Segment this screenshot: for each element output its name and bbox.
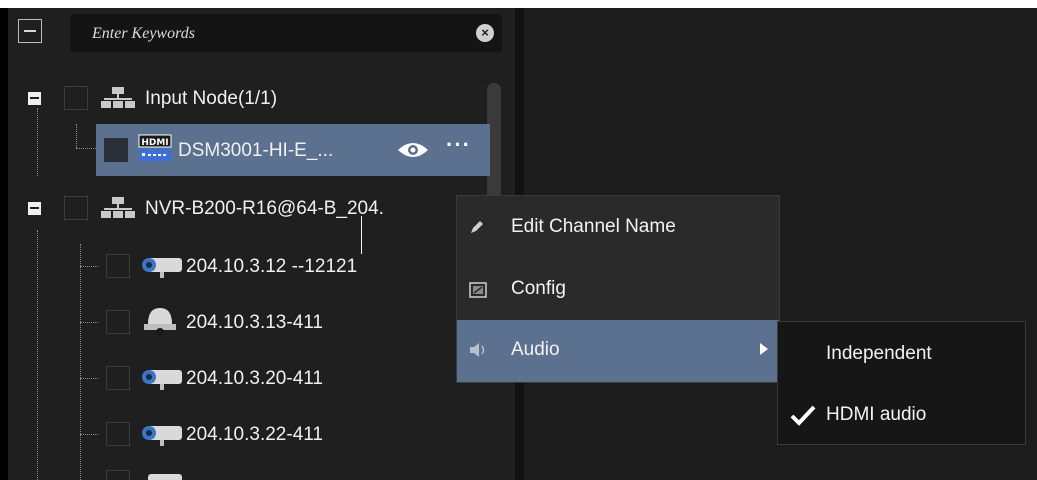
speaker-icon [470, 343, 485, 357]
preview-eye-icon[interactable] [397, 140, 429, 160]
text-cursor [361, 216, 362, 254]
menu-item-edit-channel-name[interactable]: Edit Channel Name [457, 197, 779, 259]
submenu-arrow-icon [760, 343, 768, 355]
menu-item-label: Audio [511, 339, 560, 360]
context-menu: Edit Channel Name Config Audio [456, 195, 780, 383]
tree-node-nvr[interactable]: NVR-B200-R16@64-B_204. [8, 186, 488, 234]
collapse-toggle-icon[interactable] [28, 92, 41, 105]
node-checkbox[interactable] [64, 196, 88, 220]
bullet-camera-icon [142, 258, 182, 278]
checkmark-icon [790, 405, 816, 426]
collapse-all-button[interactable] [18, 19, 42, 43]
menu-item-config[interactable]: Config [457, 259, 779, 321]
tree-node-label: 204.10.3.20-411 [186, 368, 323, 389]
collapse-toggle-icon[interactable] [28, 202, 41, 215]
tree-node-camera[interactable]: 204.10.3.22-411 [8, 410, 488, 458]
window-top-edge [0, 0, 1037, 8]
tree-node-dsm3001[interactable]: HDMI DSM3001-HI-E_... ··· [96, 124, 490, 176]
tree-connector [76, 148, 96, 149]
tree-node-label: 204.10.3.12 --12121 [186, 256, 358, 277]
tree-node-label: Input Node(1/1) [145, 88, 278, 109]
menu-item-label: Edit Channel Name [511, 216, 676, 237]
node-checkbox[interactable] [106, 254, 130, 278]
svg-text:HDMI: HDMI [141, 138, 168, 148]
tree-node-camera[interactable]: 204.10.3.13-411 [8, 298, 488, 346]
tree-node-label: 204.10.3.22-411 [186, 424, 323, 445]
tree-node-camera[interactable]: 204.10.3.20-411 [8, 354, 488, 402]
submenu-item-hdmi-audio[interactable]: HDMI audio [778, 384, 1025, 445]
node-checkbox[interactable] [64, 86, 88, 110]
hdmi-device-icon: HDMI [138, 134, 172, 161]
tree-node-camera-partial[interactable] [8, 466, 488, 480]
submenu-item-label: Independent [826, 343, 932, 364]
network-icon [101, 87, 135, 108]
tree-node-label: NVR-B200-R16@64-B_204. [145, 198, 384, 219]
submenu-item-label: HDMI audio [826, 404, 927, 425]
menu-item-audio[interactable]: Audio [457, 320, 779, 382]
submenu-item-independent[interactable]: Independent [778, 323, 1025, 384]
tree-connector [76, 124, 77, 148]
bullet-camera-icon [142, 370, 182, 390]
bullet-camera-icon [148, 474, 182, 480]
network-icon [101, 197, 135, 218]
menu-item-label: Config [511, 278, 566, 299]
tree-node-input-node[interactable]: Input Node(1/1) [8, 74, 488, 122]
node-checkbox[interactable] [106, 366, 130, 390]
config-icon [469, 282, 487, 298]
audio-submenu: Independent HDMI audio [777, 321, 1026, 445]
node-checkbox[interactable] [106, 470, 130, 480]
search-box: × [70, 14, 502, 54]
search-input[interactable] [70, 14, 474, 54]
tree-node-label: DSM3001-HI-E_... [178, 140, 334, 161]
node-checkbox[interactable] [106, 310, 130, 334]
node-checkbox[interactable] [106, 422, 130, 446]
clear-search-icon[interactable]: × [476, 24, 494, 42]
more-options-icon[interactable]: ··· [446, 132, 471, 158]
pencil-icon [471, 221, 483, 233]
bullet-camera-icon [142, 426, 182, 446]
dome-camera-icon [144, 308, 176, 336]
tree-node-label: 204.10.3.13-411 [186, 312, 323, 333]
tree-node-camera[interactable]: 204.10.3.12 --12121 [8, 242, 488, 290]
node-checkbox[interactable] [104, 138, 128, 162]
